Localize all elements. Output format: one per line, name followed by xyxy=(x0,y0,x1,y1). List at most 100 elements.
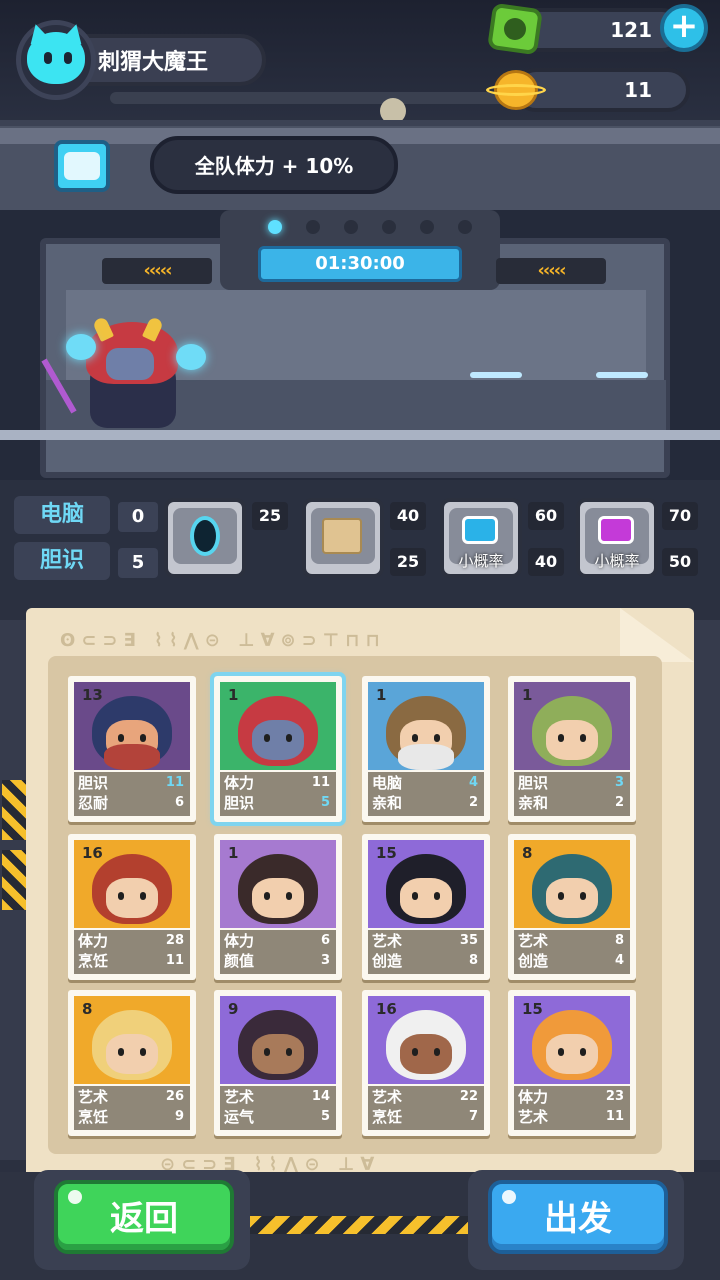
hero-stats: 电脑 4 亲和 2 xyxy=(368,772,484,816)
hero-eye xyxy=(412,1048,418,1056)
hero-eye xyxy=(264,734,270,742)
hero-stat-value: 28 xyxy=(165,933,184,948)
depart-button[interactable]: 出发 xyxy=(488,1180,668,1254)
hero-stat-value: 3 xyxy=(320,953,330,968)
hero-beard xyxy=(398,744,454,770)
hero-beard xyxy=(104,744,160,770)
hero-stat-name: 胆识 xyxy=(78,774,109,792)
hero-card[interactable]: 1 电脑 4 亲和 2 xyxy=(362,676,490,822)
hero-eye xyxy=(580,734,586,742)
team-buff-text: 全队体力 + 10% xyxy=(194,154,354,178)
hero-card[interactable]: 13 胆识 11 忍耐 6 xyxy=(68,676,196,822)
hero-eye xyxy=(118,734,124,742)
hero-portrait: 15 xyxy=(368,840,484,928)
equipment-value-bottom: 50 xyxy=(662,548,698,576)
hero-eye xyxy=(434,734,440,742)
hero-level: 16 xyxy=(82,844,103,862)
hero-card[interactable]: 16 艺术 22 烹饪 7 xyxy=(362,990,490,1136)
player-name: 刺猬大魔王 xyxy=(98,50,209,75)
hero-stat-name: 艺术 xyxy=(518,1108,549,1126)
hero-face xyxy=(546,720,598,760)
hero-card[interactable]: 1 体力 11 胆识 5 xyxy=(210,672,346,826)
pipe-decoration xyxy=(110,92,530,104)
hero-stat-value: 26 xyxy=(165,1089,184,1104)
hero-stat-value: 11 xyxy=(165,775,184,790)
add-gems-button[interactable]: + xyxy=(660,4,708,52)
hero-face xyxy=(252,878,304,918)
chevron-right-icon: ‹‹‹‹‹ xyxy=(496,258,606,284)
hero-portrait: 15 xyxy=(514,996,630,1084)
equipment-caption: 小概率 xyxy=(458,552,504,570)
hero-stats: 艺术 22 烹饪 7 xyxy=(368,1086,484,1130)
hazard-stripe xyxy=(2,780,28,840)
stat-label-computer: 电脑 xyxy=(14,496,110,534)
hero-card[interactable]: 9 艺术 14 运气 5 xyxy=(214,990,342,1136)
hero-card[interactable]: 15 艺术 35 创造 8 xyxy=(362,834,490,980)
hero-card[interactable]: 1 胆识 3 亲和 2 xyxy=(508,676,636,822)
hero-stat-name: 烹饪 xyxy=(78,952,109,970)
hero-stat-row: 艺术 14 xyxy=(220,1086,336,1108)
progress-dot-active xyxy=(268,220,282,234)
hero-stat-value: 3 xyxy=(614,775,624,790)
hero-eye xyxy=(286,734,292,742)
hero-eye xyxy=(286,892,292,900)
hero-face xyxy=(546,878,598,918)
hero-eye xyxy=(412,734,418,742)
hero-card[interactable]: 16 体力 28 烹饪 11 xyxy=(68,834,196,980)
hero-stat-value: 23 xyxy=(605,1089,624,1104)
wall-light xyxy=(596,372,648,378)
hero-stat-row: 艺术 26 xyxy=(74,1086,190,1108)
hero-stat-value: 11 xyxy=(311,775,330,790)
hero-card[interactable]: 1 体力 6 颜值 3 xyxy=(214,834,342,980)
equipment-value-bottom: 25 xyxy=(390,548,426,576)
hero-stat-row: 胆识 11 xyxy=(74,772,190,794)
cat-avatar-icon xyxy=(27,32,85,84)
hero-stats: 胆识 11 忍耐 6 xyxy=(74,772,190,816)
hero-eye xyxy=(286,1048,292,1056)
vehicle-icon-detail xyxy=(64,152,100,180)
hero-stat-row: 体力 6 xyxy=(220,930,336,952)
hero-eye xyxy=(264,892,270,900)
hero-card[interactable]: 8 艺术 26 烹饪 9 xyxy=(68,990,196,1136)
hero-stat-name: 烹饪 xyxy=(372,1108,403,1126)
hero-stat-row: 电脑 4 xyxy=(368,772,484,794)
hero-level: 1 xyxy=(228,686,239,704)
hero-portrait: 8 xyxy=(514,840,630,928)
hero-stat-row: 亲和 2 xyxy=(514,792,630,814)
hero-portrait: 1 xyxy=(220,682,336,770)
hero-stat-row: 亲和 2 xyxy=(368,792,484,814)
hero-eye xyxy=(434,1048,440,1056)
hero-stats: 艺术 35 创造 8 xyxy=(368,930,484,974)
hero-eye xyxy=(118,1048,124,1056)
hero-stat-name: 电脑 xyxy=(372,774,403,792)
countdown-value: 01:30:00 xyxy=(315,253,405,274)
hero-stat-row: 运气 5 xyxy=(220,1106,336,1128)
hero-card[interactable]: 15 体力 23 艺术 11 xyxy=(508,990,636,1136)
hero-portrait: 8 xyxy=(74,996,190,1084)
hero-stat-value: 2 xyxy=(614,795,624,810)
hero-stat-name: 亲和 xyxy=(518,794,549,812)
hero-eye xyxy=(140,734,146,742)
hero-stat-row: 艺术 8 xyxy=(514,930,630,952)
equipment-caption: 小概率 xyxy=(594,552,640,570)
hero-stat-name: 亲和 xyxy=(372,794,403,812)
hazard-stripe-bottom xyxy=(250,1216,470,1234)
hero-level: 13 xyxy=(82,686,103,704)
hero-face xyxy=(106,878,158,918)
hero-stat-value: 11 xyxy=(605,1109,624,1124)
hero-eye xyxy=(580,1048,586,1056)
hero-eye xyxy=(580,892,586,900)
hero-card[interactable]: 8 艺术 8 创造 4 xyxy=(508,834,636,980)
hero-stat-name: 胆识 xyxy=(518,774,549,792)
hero-stat-name: 体力 xyxy=(78,932,109,950)
coin-count: 11 xyxy=(624,78,652,102)
hero-eye xyxy=(434,892,440,900)
back-button[interactable]: 返回 xyxy=(54,1180,234,1254)
chevron-left-icon: ‹‹‹‹‹ xyxy=(102,258,212,284)
hazard-stripe xyxy=(2,850,28,910)
hero-level: 16 xyxy=(376,1000,397,1018)
hero-stat-name: 艺术 xyxy=(224,1088,255,1106)
hero-portrait: 1 xyxy=(368,682,484,770)
progress-dot xyxy=(420,220,434,234)
hero-stat-row: 艺术 22 xyxy=(368,1086,484,1108)
